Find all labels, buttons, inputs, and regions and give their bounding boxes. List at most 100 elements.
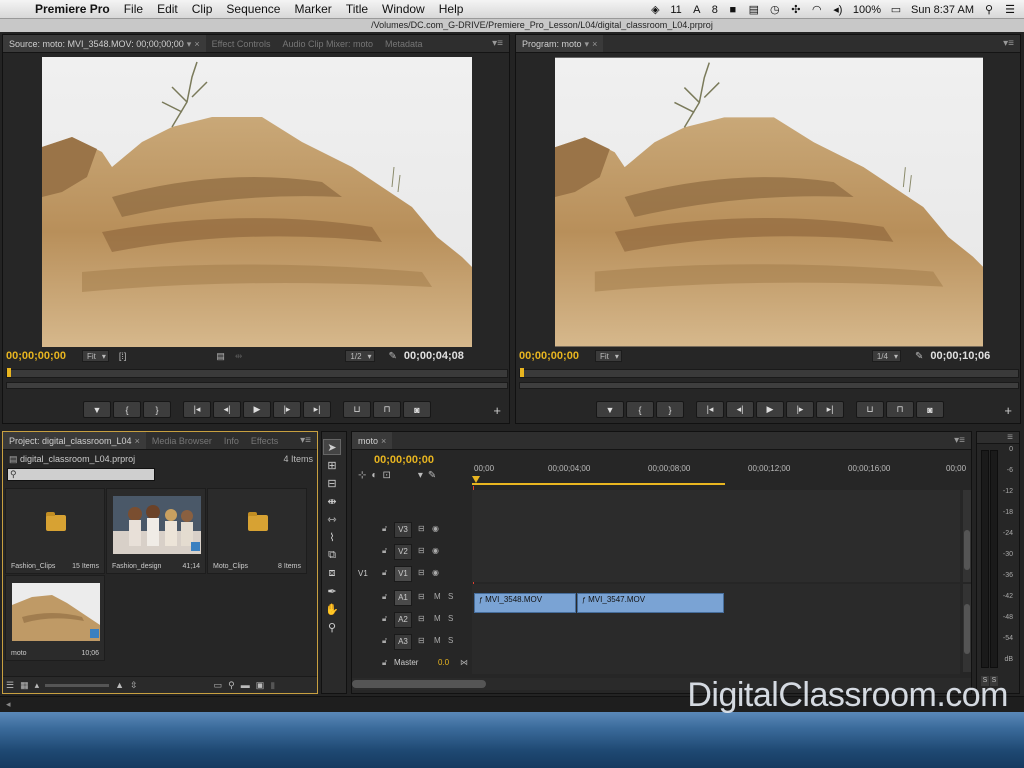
- lock-icon[interactable]: 🔓︎: [382, 658, 387, 668]
- program-fit-dropdown[interactable]: Fit: [594, 350, 622, 362]
- dropbox-icon[interactable]: ◈: [649, 4, 661, 16]
- step-forward-button[interactable]: |▸: [786, 401, 814, 418]
- rolling-edit-tool-icon[interactable]: ⇼: [323, 493, 341, 509]
- panel-menu-icon[interactable]: ≡: [1007, 432, 1013, 443]
- bin-fashion-clips[interactable]: Fashion_Clips 15 Items: [5, 488, 105, 574]
- find-icon[interactable]: ⚲: [228, 680, 235, 691]
- source-current-timecode[interactable]: 00;00;00;00: [6, 350, 66, 362]
- track-v3-label[interactable]: V3: [394, 522, 412, 538]
- linked-selection-icon[interactable]: ⊡: [382, 470, 390, 484]
- export-frame-button[interactable]: ◙: [916, 401, 944, 418]
- ripple-edit-tool-icon[interactable]: ⊟: [323, 475, 341, 491]
- solo-button[interactable]: S: [448, 614, 453, 623]
- mark-in-button[interactable]: {: [113, 401, 141, 418]
- camera-icon[interactable]: ■: [727, 4, 739, 16]
- step-back-button[interactable]: ◂|: [726, 401, 754, 418]
- slip-tool-icon[interactable]: ⧉: [323, 547, 341, 563]
- lock-icon[interactable]: 🔓︎: [382, 524, 387, 534]
- bluetooth-icon[interactable]: ✣: [790, 4, 802, 16]
- close-icon[interactable]: ×: [135, 436, 140, 446]
- program-current-timecode[interactable]: 00;00;00;00: [519, 350, 579, 362]
- snap-icon[interactable]: ◐: [371, 470, 377, 484]
- mark-in-button[interactable]: {: [626, 401, 654, 418]
- volume-icon[interactable]: ◂): [832, 4, 844, 16]
- source-resolution-dropdown[interactable]: 1/2: [345, 350, 375, 362]
- panel-menu-icon[interactable]: ▾≡: [1003, 38, 1014, 49]
- wifi-icon[interactable]: ◠: [811, 4, 823, 16]
- work-area-bar[interactable]: [472, 483, 725, 485]
- icon-view-icon[interactable]: ▦: [20, 680, 29, 691]
- zoom-in-icon[interactable]: ▲: [115, 680, 124, 690]
- wrench-icon[interactable]: ✎: [915, 351, 923, 362]
- bin-moto-clips[interactable]: Moto_Clips 8 Items: [207, 488, 307, 574]
- add-marker-button[interactable]: ▼: [596, 401, 624, 418]
- source-time-ruler[interactable]: [6, 368, 508, 378]
- source-zoom-bar[interactable]: [6, 382, 508, 389]
- mute-button[interactable]: M: [434, 592, 441, 601]
- selection-tool-icon[interactable]: ➤: [323, 439, 341, 455]
- track-select-tool-icon[interactable]: ⊞: [323, 457, 341, 473]
- close-icon[interactable]: ×: [194, 39, 199, 49]
- automate-icon[interactable]: ▭: [214, 680, 223, 691]
- tab-info[interactable]: Info: [218, 432, 245, 449]
- wrench-icon[interactable]: ✎: [389, 351, 397, 362]
- time-machine-icon[interactable]: ◷: [769, 4, 781, 16]
- timeline-ruler[interactable]: 00;00 00;00;04;00 00;00;08;00 00;00;12;0…: [472, 464, 966, 486]
- timeline-timecode[interactable]: 00;00;00;00: [374, 454, 434, 466]
- chevron-down-icon[interactable]: ▾: [585, 39, 590, 49]
- lock-icon[interactable]: 🔓︎: [382, 614, 387, 624]
- sync-lock-icon[interactable]: ⊟: [418, 636, 425, 645]
- play-button[interactable]: ▶: [243, 401, 271, 418]
- hand-tool-icon[interactable]: ✋: [323, 601, 341, 617]
- clock[interactable]: Sun 8:37 AM: [911, 4, 974, 16]
- master-volume-value[interactable]: 0.0: [438, 658, 449, 667]
- menu-help[interactable]: Help: [432, 2, 471, 16]
- rate-stretch-tool-icon[interactable]: ⇿: [323, 511, 341, 527]
- program-video-frame[interactable]: [555, 57, 983, 347]
- source-video-frame[interactable]: [42, 57, 472, 347]
- track-a2-label[interactable]: A2: [394, 612, 412, 628]
- sync-lock-icon[interactable]: ⊟: [418, 568, 425, 577]
- menu-sequence[interactable]: Sequence: [219, 2, 287, 16]
- audio-icon[interactable]: ⇹: [235, 351, 243, 362]
- track-a3-label[interactable]: A3: [394, 634, 412, 650]
- new-bin-icon[interactable]: ▬: [241, 680, 250, 690]
- track-a1-label[interactable]: A1: [394, 590, 412, 606]
- list-view-icon[interactable]: ☰: [6, 680, 14, 691]
- clip-fashion-design[interactable]: Fashion_design 41;14: [106, 488, 206, 574]
- solo-button[interactable]: S: [448, 592, 453, 601]
- source-patch-v1[interactable]: V1: [358, 569, 368, 578]
- insert-button[interactable]: ⊔: [343, 401, 371, 418]
- master-meter-icon[interactable]: ⋈: [460, 658, 468, 667]
- menu-app[interactable]: Premiere Pro: [28, 2, 117, 16]
- source-fit-dropdown[interactable]: Fit: [81, 350, 109, 362]
- step-forward-button[interactable]: |▸: [273, 401, 301, 418]
- zoom-out-icon[interactable]: ▴: [35, 680, 40, 691]
- menu-clip[interactable]: Clip: [185, 2, 220, 16]
- clip-mvi-3547[interactable]: ƒ MVI_3547.MOV: [577, 593, 724, 613]
- program-resolution-dropdown[interactable]: 1/4: [871, 350, 901, 362]
- source-playhead[interactable]: [7, 368, 11, 377]
- panel-menu-icon[interactable]: ▾≡: [492, 38, 503, 49]
- tab-program[interactable]: Program: moto ▾ ×: [516, 35, 604, 52]
- adobe-icon[interactable]: A: [691, 4, 703, 16]
- timeline-wrench-icon[interactable]: ✎: [428, 470, 436, 484]
- tab-project[interactable]: Project: digital_classroom_L04 ×: [3, 432, 146, 449]
- scroll-thumb[interactable]: [964, 530, 970, 570]
- status-icon[interactable]: ◂: [6, 699, 11, 710]
- lock-icon[interactable]: 🔓︎: [382, 546, 387, 556]
- track-v1-label[interactable]: V1: [394, 566, 412, 582]
- step-back-button[interactable]: ◂|: [213, 401, 241, 418]
- close-icon[interactable]: ×: [381, 436, 386, 446]
- menu-marker[interactable]: Marker: [287, 2, 338, 16]
- razor-tool-icon[interactable]: ⌇: [323, 529, 341, 545]
- sync-lock-icon[interactable]: ⊟: [418, 524, 425, 533]
- track-v2-label[interactable]: V2: [394, 544, 412, 560]
- thumbnail-zoom-slider[interactable]: [45, 683, 110, 687]
- sync-lock-icon[interactable]: ⊟: [418, 614, 425, 623]
- lock-icon[interactable]: 🔓︎: [382, 568, 387, 578]
- program-playhead[interactable]: [520, 368, 524, 377]
- sequence-moto[interactable]: moto 10;06: [5, 575, 105, 661]
- tab-audio-clip-mixer[interactable]: Audio Clip Mixer: moto: [276, 35, 379, 52]
- doc-icon[interactable]: ▤: [748, 4, 760, 16]
